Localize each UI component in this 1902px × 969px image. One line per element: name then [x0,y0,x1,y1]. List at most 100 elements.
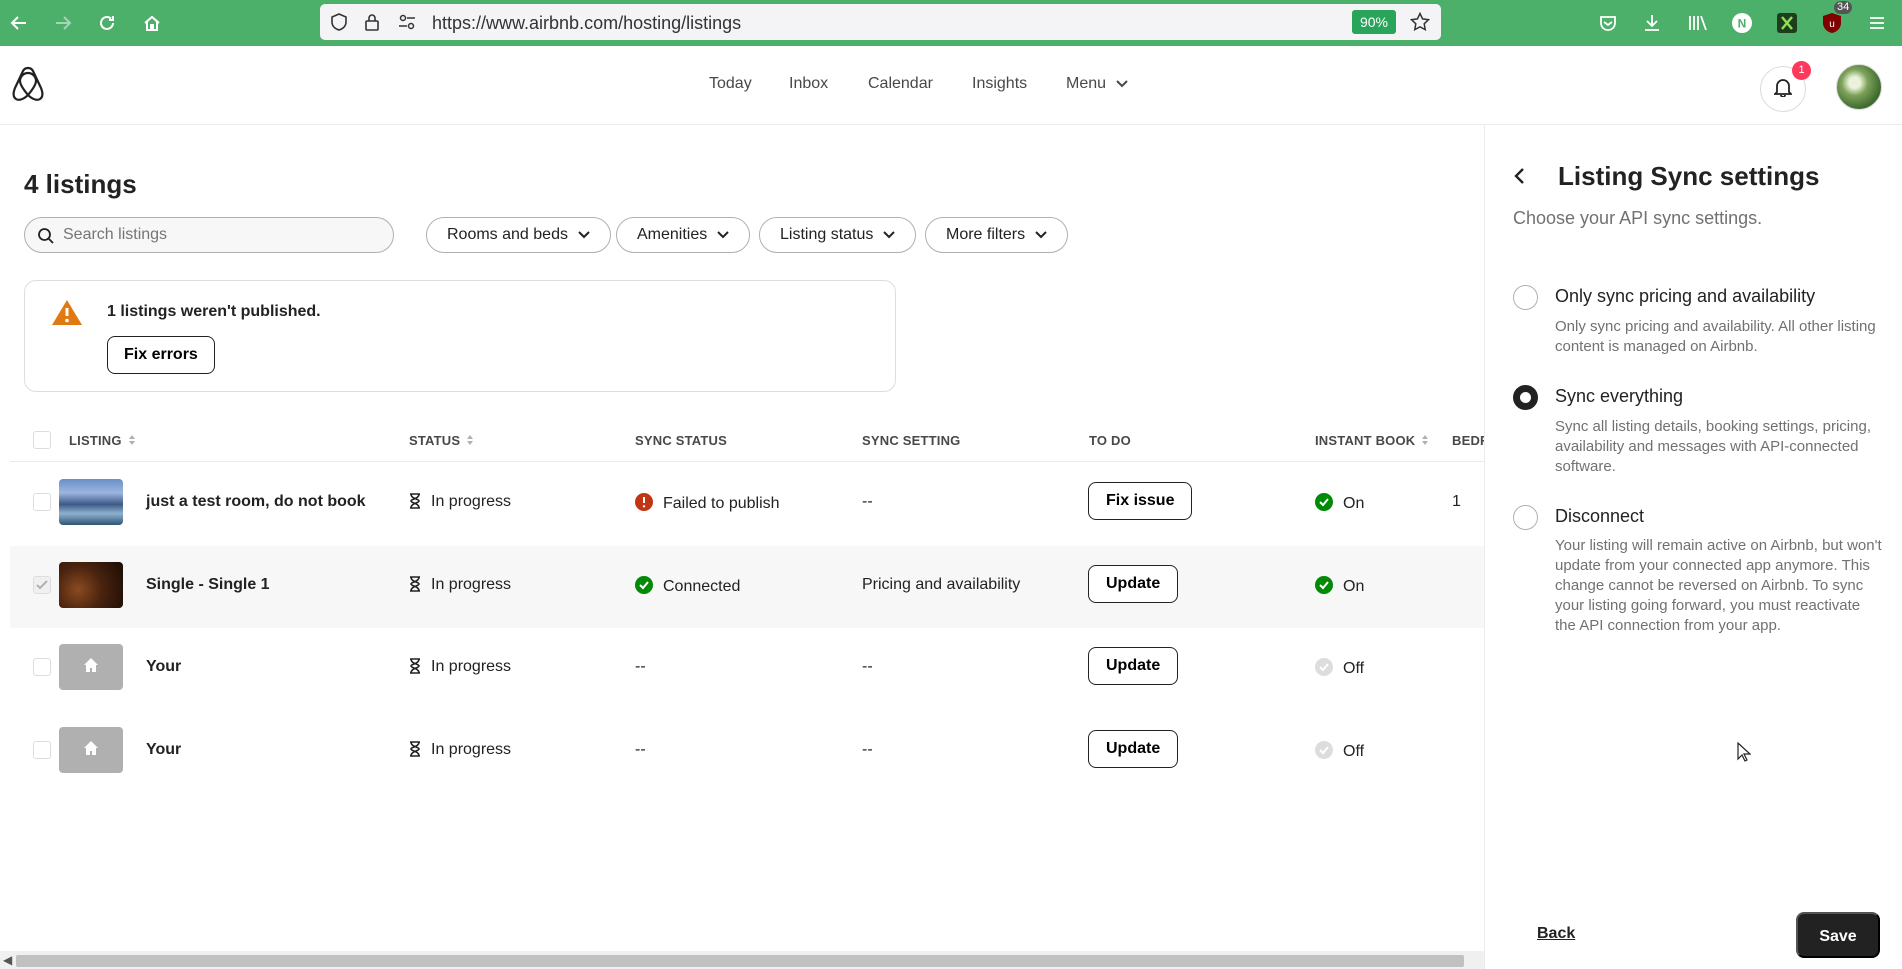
address-bar[interactable]: https://www.airbnb.com/hosting/listings … [320,4,1441,40]
listing-name[interactable]: Your [146,741,181,759]
sync-setting-cell: -- [862,493,873,510]
hourglass-icon [409,576,421,597]
check-circle-icon [1315,741,1333,764]
svg-text:N: N [1738,17,1747,31]
option-title[interactable]: Disconnect [1555,506,1644,527]
chevron-down-icon [1035,226,1047,244]
avatar[interactable] [1836,64,1882,110]
scrollbar-thumb[interactable] [16,955,1464,967]
listing-name[interactable]: Your [146,658,181,676]
page-settings-icon[interactable] [398,13,416,36]
hamburger-menu-icon[interactable] [1863,9,1891,37]
row-checkbox[interactable] [33,493,51,511]
instant-book-text: On [1343,578,1365,595]
extension-count-badge: 34 [1834,1,1853,14]
zoom-level-badge[interactable]: 90% [1352,10,1396,34]
option-description: Only sync pricing and availability. All … [1555,318,1876,355]
select-all-checkbox[interactable] [33,431,51,449]
lock-icon[interactable] [364,13,380,36]
option-title[interactable]: Sync everything [1555,386,1683,407]
radio-disconnect[interactable] [1513,505,1538,530]
sync-setting-cell: Pricing and availability [862,576,1021,593]
table-row[interactable] [10,629,1484,711]
radio-only-sync-pricing[interactable] [1513,285,1538,310]
scroll-left-icon[interactable]: ◀ [3,953,12,967]
reload-icon[interactable] [93,9,121,37]
filter-label: More filters [946,226,1026,243]
nav-calendar[interactable]: Calendar [868,75,933,93]
listing-thumbnail [59,562,123,608]
sort-icon [466,434,474,449]
home-icon[interactable] [138,9,166,37]
update-button[interactable]: Update [1088,565,1179,603]
pocket-icon[interactable] [1594,9,1622,37]
filter-amenities[interactable]: Amenities [616,217,751,253]
sync-status-cell: -- [635,658,646,675]
back-link[interactable]: Back [1537,925,1575,943]
save-button[interactable]: Save [1796,912,1880,958]
download-icon[interactable] [1638,9,1666,37]
nav-inbox[interactable]: Inbox [789,75,828,93]
filter-label: Listing status [780,226,874,243]
nav-today[interactable]: Today [709,75,752,93]
status-text: In progress [431,741,512,758]
update-button[interactable]: Update [1088,647,1179,685]
library-icon[interactable] [1684,9,1712,37]
option-description: Sync all listing details, booking settin… [1555,418,1871,475]
url-text: https://www.airbnb.com/hosting/listings [432,13,742,33]
row-checkbox-checked[interactable] [33,576,51,594]
alert-message: 1 listings weren't published. [107,303,321,320]
row-checkbox[interactable] [33,741,51,759]
chevron-left-icon[interactable] [1513,167,1525,190]
radio-sync-everything[interactable] [1513,385,1538,410]
panel-title: Listing Sync settings [1558,161,1820,191]
horizontal-scrollbar[interactable]: ◀ [0,951,1484,969]
listing-name[interactable]: Single - Single 1 [146,576,270,594]
page-title: 4 listings [24,169,137,199]
option-title[interactable]: Only sync pricing and availability [1555,286,1815,307]
column-label: LISTING [69,433,122,448]
nav-menu-label: Menu [1066,75,1107,92]
listing-name[interactable]: just a test room, do not book [146,493,366,511]
search-listings-field[interactable] [24,217,394,253]
listing-thumbnail [59,727,123,773]
bookmark-star-icon[interactable] [1409,11,1431,37]
column-header-listing[interactable]: LISTING [69,433,136,449]
sync-setting-cell: -- [862,741,873,758]
mouse-cursor-icon [1737,741,1752,767]
filter-rooms-and-beds[interactable]: Rooms and beds [426,217,611,253]
column-header-instant-book[interactable]: INSTANT BOOK [1315,433,1429,449]
extension-x-icon[interactable] [1773,9,1801,37]
fix-issue-button[interactable]: Fix issue [1088,482,1193,520]
search-input[interactable] [63,225,383,245]
check-circle-icon [1315,658,1333,681]
nav-insights[interactable]: Insights [972,75,1027,93]
sync-status-text: Connected [663,578,741,595]
update-button[interactable]: Update [1088,730,1179,768]
sort-icon [128,434,136,449]
panel-subtitle: Choose your API sync settings. [1513,208,1763,228]
filter-listing-status[interactable]: Listing status [759,217,917,253]
extension-n-icon[interactable]: N [1728,9,1756,37]
table-row[interactable] [10,711,1484,793]
shield-icon[interactable] [330,13,348,36]
fix-errors-button[interactable]: Fix errors [107,336,215,374]
filter-more-filters[interactable]: More filters [925,217,1069,253]
status-cell: In progress [409,493,511,514]
nav-menu[interactable]: Menu [1066,75,1129,93]
sync-settings-panel: Listing Sync settings Choose your API sy… [1484,125,1902,969]
column-label: INSTANT BOOK [1315,433,1416,448]
column-header-status[interactable]: STATUS [409,433,474,449]
app-header: Today Inbox Calendar Insights Menu 1 [0,46,1902,125]
status-cell: In progress [409,576,511,597]
status-text: In progress [431,493,512,510]
forward-arrow-icon[interactable] [49,9,77,37]
airbnb-logo-icon[interactable] [10,65,46,108]
check-circle-icon [635,576,653,599]
row-checkbox[interactable] [33,658,51,676]
option-description: Your listing will remain active on Airbn… [1555,537,1882,634]
column-label: STATUS [409,433,461,448]
hourglass-icon [409,741,421,762]
back-arrow-icon[interactable] [5,9,33,37]
hourglass-icon [409,658,421,679]
